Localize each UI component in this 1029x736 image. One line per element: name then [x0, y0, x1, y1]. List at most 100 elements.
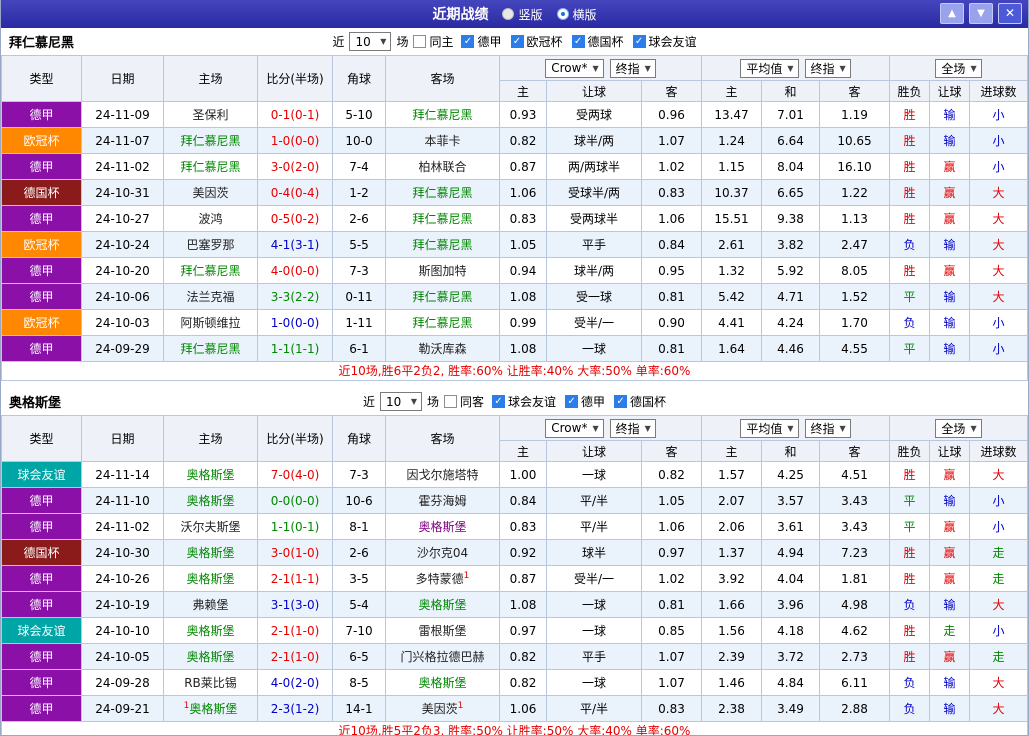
away-team-cell[interactable]: 拜仁慕尼黑 — [385, 231, 500, 258]
handicap-line-cell: 受两球半 — [546, 205, 642, 232]
score-cell[interactable]: 4-1(3-1) — [257, 231, 333, 258]
score-cell[interactable]: 3-1(3-0) — [257, 591, 333, 618]
away-team-cell[interactable]: 奥格斯堡 — [385, 513, 500, 540]
score-cell[interactable]: 0-0(0-0) — [257, 487, 333, 514]
avg-home-cell: 2.61 — [701, 231, 763, 258]
home-team-cell[interactable]: 巴塞罗那 — [163, 231, 258, 258]
same-venue-checkbox[interactable]: 同主 — [413, 33, 453, 50]
away-team-cell[interactable]: 门兴格拉德巴赫 — [385, 643, 500, 670]
scroll-up-button[interactable]: ▲ — [940, 3, 964, 24]
league-filter-checkbox[interactable]: ✓ 德甲 — [565, 393, 605, 410]
score-cell[interactable]: 0-1(0-1) — [257, 101, 333, 128]
average-stage-select[interactable]: 终指 ▼ — [804, 58, 851, 78]
away-team-cell[interactable]: 斯图加特 — [385, 257, 500, 284]
score-cell[interactable]: 3-0(2-0) — [257, 153, 333, 180]
average-select[interactable]: 平均值 ▼ — [740, 58, 799, 78]
score-cell[interactable]: 7-0(4-0) — [257, 461, 333, 488]
league-filter-checkbox[interactable]: ✓ 球会友谊 — [492, 393, 556, 410]
avg-draw-cell: 4.25 — [761, 461, 821, 488]
home-team-cell[interactable]: 美因茨 — [163, 179, 258, 206]
match-count-select[interactable]: 10 ▼ — [379, 392, 422, 411]
home-team-cell[interactable]: 拜仁慕尼黑 — [163, 153, 258, 180]
score-cell[interactable]: 2-3(1-2) — [257, 695, 333, 722]
home-team-cell[interactable]: 拜仁慕尼黑 — [163, 335, 258, 362]
home-team-cell[interactable]: 阿斯顿维拉 — [163, 309, 258, 336]
league-filter-checkbox[interactable]: ✓ 球会友谊 — [632, 33, 697, 50]
league-filter-checkbox[interactable]: ✓ 德国杯 — [571, 33, 624, 50]
result-handicap-cell: 赢 — [929, 153, 971, 180]
league-filter-checkbox[interactable]: ✓ 欧冠杯 — [510, 33, 563, 50]
score-cell[interactable]: 1-0(0-0) — [257, 127, 333, 154]
home-team-cell[interactable]: RB莱比锡 — [163, 669, 258, 696]
away-team-cell[interactable]: 沙尔克04 — [385, 539, 500, 566]
scope-select[interactable]: 全场 ▼ — [935, 418, 982, 438]
col-odds-away: 客 — [640, 440, 703, 462]
scroll-down-button[interactable]: ▼ — [969, 3, 993, 24]
away-team-cell[interactable]: 雷根斯堡 — [385, 617, 500, 644]
result-goals-cell: 小 — [969, 487, 1028, 514]
average-stage-select[interactable]: 终指 ▼ — [804, 418, 851, 438]
score-cell[interactable]: 4-0(0-0) — [257, 257, 333, 284]
away-team-cell[interactable]: 因戈尔施塔特 — [385, 461, 500, 488]
league-filter-checkbox[interactable]: ✓ 德国杯 — [614, 393, 666, 410]
league-filter-checkbox[interactable]: ✓ 德甲 — [461, 33, 502, 50]
score-cell[interactable]: 4-0(2-0) — [257, 669, 333, 696]
away-team-cell[interactable]: 霍芬海姆 — [385, 487, 500, 514]
home-team-cell[interactable]: 奥格斯堡 — [163, 617, 258, 644]
score-cell[interactable]: 3-3(2-2) — [257, 283, 333, 310]
scope-select[interactable]: 全场 ▼ — [935, 58, 982, 78]
layout-vertical-radio[interactable]: 竖版 — [502, 6, 543, 23]
away-team-cell[interactable]: 美因茨1 — [385, 695, 500, 722]
score-cell[interactable]: 2-1(1-0) — [257, 617, 333, 644]
corner-cell: 5-5 — [332, 231, 386, 258]
score-cell[interactable]: 0-4(0-4) — [257, 179, 333, 206]
home-team-cell[interactable]: 奥格斯堡 — [163, 539, 258, 566]
home-team-cell[interactable]: 拜仁慕尼黑 — [163, 127, 258, 154]
close-button[interactable]: ✕ — [998, 3, 1022, 24]
home-team-cell[interactable]: 弗赖堡 — [163, 591, 258, 618]
away-team-cell[interactable]: 拜仁慕尼黑 — [385, 205, 500, 232]
away-team-cell[interactable]: 勒沃库森 — [385, 335, 500, 362]
average-select[interactable]: 平均值 ▼ — [740, 418, 799, 438]
home-team-cell[interactable]: 奥格斯堡 — [163, 461, 258, 488]
away-team-cell[interactable]: 拜仁慕尼黑 — [385, 179, 500, 206]
titlebar: 近期战绩 竖版 横版 ▲ ▼ ✕ — [1, 0, 1028, 28]
home-team-cell[interactable]: 法兰克福 — [163, 283, 258, 310]
home-team-cell[interactable]: 奥格斯堡 — [163, 487, 258, 514]
away-team-cell[interactable]: 本菲卡 — [385, 127, 500, 154]
home-team-cell[interactable]: 波鸿 — [163, 205, 258, 232]
home-team-cell[interactable]: 沃尔夫斯堡 — [163, 513, 258, 540]
odds-source-select[interactable]: Crow* ▼ — [545, 58, 604, 78]
score-cell[interactable]: 1-1(0-1) — [257, 513, 333, 540]
home-team-cell[interactable]: 1奥格斯堡 — [163, 695, 258, 722]
layout-horizontal-radio[interactable]: 横版 — [556, 6, 597, 23]
away-team-cell[interactable]: 奥格斯堡 — [385, 591, 500, 618]
odds-stage-select[interactable]: 终指 ▼ — [609, 418, 656, 438]
handicap-line-cell: 一球 — [546, 591, 642, 618]
home-team-cell[interactable]: 圣保利 — [163, 101, 258, 128]
away-team-cell[interactable]: 拜仁慕尼黑 — [385, 309, 500, 336]
score-cell[interactable]: 2-1(1-0) — [257, 643, 333, 670]
score-cell[interactable]: 0-5(0-2) — [257, 205, 333, 232]
home-team-cell[interactable]: 奥格斯堡 — [163, 643, 258, 670]
home-team-cell[interactable]: 奥格斯堡 — [163, 565, 258, 592]
date-cell: 24-10-05 — [81, 643, 164, 670]
away-team-cell[interactable]: 奥格斯堡 — [385, 669, 500, 696]
away-team-cell[interactable]: 柏林联合 — [385, 153, 500, 180]
handicap-line-cell: 平/半 — [546, 513, 642, 540]
same-venue-checkbox[interactable]: 同客 — [443, 393, 484, 410]
league-type-cell: 德甲 — [1, 565, 82, 592]
score-cell[interactable]: 3-0(1-0) — [257, 539, 333, 566]
away-team-cell[interactable]: 多特蒙德1 — [385, 565, 500, 592]
away-team-cell[interactable]: 拜仁慕尼黑 — [385, 101, 500, 128]
odds-stage-select[interactable]: 终指 ▼ — [609, 58, 656, 78]
match-count-select[interactable]: 10 ▼ — [349, 32, 392, 51]
score-cell[interactable]: 1-0(0-0) — [257, 309, 333, 336]
arrow-down-icon: ▼ — [977, 8, 985, 19]
score-cell[interactable]: 1-1(1-1) — [257, 335, 333, 362]
score-cell[interactable]: 2-1(1-1) — [257, 565, 333, 592]
home-team-cell[interactable]: 拜仁慕尼黑 — [163, 257, 258, 284]
odds-source-select[interactable]: Crow* ▼ — [545, 418, 604, 438]
odds-home-cell: 1.08 — [499, 335, 547, 362]
away-team-cell[interactable]: 拜仁慕尼黑 — [385, 283, 500, 310]
